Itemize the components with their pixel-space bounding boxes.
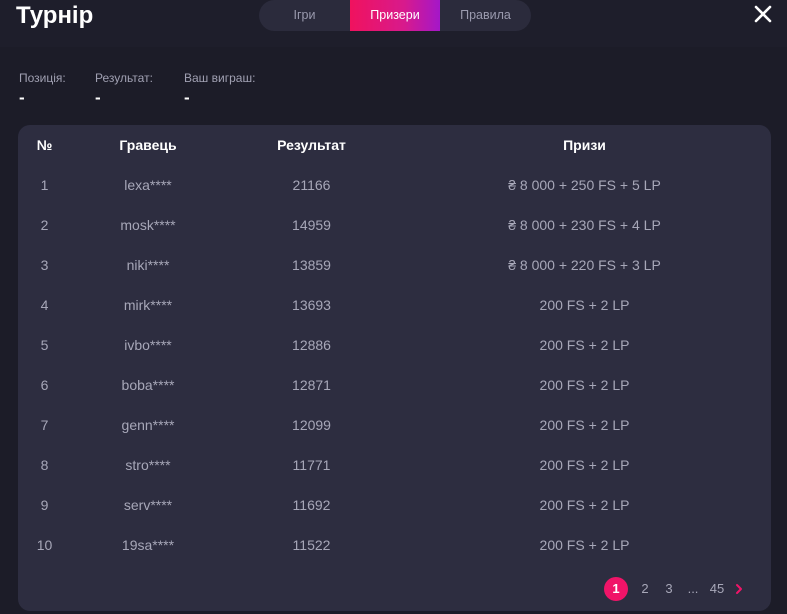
- close-button[interactable]: [753, 4, 773, 24]
- row-result: 13693: [292, 297, 331, 313]
- table-row: 6 boba**** 12871 200 FS + 2 LP: [18, 375, 771, 395]
- page-3-button[interactable]: 3: [657, 577, 681, 601]
- row-player: niki****: [126, 257, 170, 273]
- row-player: lexa****: [124, 177, 172, 193]
- row-player: mirk****: [123, 297, 173, 313]
- stat-position-label: Позиція:: [19, 71, 66, 85]
- table-row: 2 mosk**** 14959 ₴ 8 000 + 230 FS + 4 LP: [18, 215, 771, 235]
- tab-winners[interactable]: Призери: [350, 0, 440, 31]
- row-number: 6: [40, 377, 49, 393]
- row-number: 2: [40, 217, 49, 233]
- row-number: 10: [36, 537, 53, 553]
- row-number: 8: [40, 457, 49, 473]
- page-title: Турнір: [16, 2, 94, 29]
- column-header-number: №: [36, 137, 53, 153]
- table-header: № Гравець Результат Призи: [18, 137, 771, 155]
- table-row: 9 serv**** 11692 200 FS + 2 LP: [18, 495, 771, 515]
- row-number: 4: [40, 297, 49, 313]
- row-result: 13859: [292, 257, 331, 273]
- tab-bar: Ігри Призери Правила: [259, 0, 531, 31]
- row-result: 12871: [292, 377, 331, 393]
- row-result: 21166: [292, 177, 331, 193]
- table-row: 3 niki**** 13859 ₴ 8 000 + 220 FS + 3 LP: [18, 255, 771, 275]
- stat-position-value: -: [19, 88, 25, 107]
- row-number: 9: [40, 497, 49, 513]
- column-header-prize: Призи: [563, 137, 606, 153]
- row-result: 11522: [292, 537, 331, 553]
- stat-winnings-value: -: [184, 88, 190, 107]
- row-player: serv****: [123, 497, 173, 513]
- table-row: 4 mirk**** 13693 200 FS + 2 LP: [18, 295, 771, 315]
- row-result: 12886: [292, 337, 331, 353]
- close-icon: [754, 5, 772, 23]
- table-row: 10 19sa**** 11522 200 FS + 2 LP: [18, 535, 771, 555]
- row-player: genn****: [121, 417, 175, 433]
- row-player: 19sa****: [121, 537, 175, 553]
- row-prize: 200 FS + 2 LP: [539, 337, 630, 353]
- row-prize: 200 FS + 2 LP: [539, 537, 630, 553]
- user-stats: Позиція: - Результат: - Ваш виграш: -: [0, 71, 787, 111]
- table-row: 5 ivbo**** 12886 200 FS + 2 LP: [18, 335, 771, 355]
- tab-rules[interactable]: Правила: [440, 0, 531, 31]
- row-result: 14959: [292, 217, 331, 233]
- row-number: 5: [40, 337, 49, 353]
- stat-winnings: Ваш виграш: -: [184, 71, 255, 108]
- page-1-button[interactable]: 1: [604, 577, 628, 601]
- row-player: boba****: [121, 377, 175, 393]
- row-result: 12099: [292, 417, 331, 433]
- stat-result-label: Результат:: [95, 71, 153, 85]
- row-prize: 200 FS + 2 LP: [539, 377, 630, 393]
- next-page-button[interactable]: [731, 577, 747, 601]
- row-number: 1: [40, 177, 49, 193]
- page-45-button[interactable]: 45: [705, 577, 729, 601]
- stat-position: Позиція: -: [19, 71, 66, 108]
- row-prize: 200 FS + 2 LP: [539, 457, 630, 473]
- row-result: 11771: [292, 457, 331, 473]
- pagination: 1 2 3 ... 45: [604, 577, 747, 601]
- header-bar: Турнір Ігри Призери Правила: [0, 0, 787, 47]
- row-prize: 200 FS + 2 LP: [539, 297, 630, 313]
- row-prize: ₴ 8 000 + 220 FS + 3 LP: [508, 257, 661, 273]
- page-ellipsis: ...: [687, 581, 699, 596]
- row-player: mosk****: [120, 217, 176, 233]
- stat-result: Результат: -: [95, 71, 153, 108]
- column-header-player: Гравець: [119, 137, 177, 153]
- column-header-result: Результат: [277, 137, 346, 153]
- row-number: 7: [40, 417, 49, 433]
- table-row: 8 stro**** 11771 200 FS + 2 LP: [18, 455, 771, 475]
- stat-winnings-label: Ваш виграш:: [184, 71, 256, 85]
- stat-result-value: -: [95, 88, 101, 107]
- table-row: 7 genn**** 12099 200 FS + 2 LP: [18, 415, 771, 435]
- row-player: stro****: [125, 457, 171, 473]
- row-prize: 200 FS + 2 LP: [539, 417, 630, 433]
- row-prize: ₴ 8 000 + 250 FS + 5 LP: [508, 177, 661, 193]
- row-result: 11692: [292, 497, 331, 513]
- row-number: 3: [40, 257, 49, 273]
- leaderboard-panel: № Гравець Результат Призи 1 lexa**** 211…: [18, 125, 771, 611]
- tab-games[interactable]: Ігри: [259, 0, 350, 31]
- table-row: 1 lexa**** 21166 ₴ 8 000 + 250 FS + 5 LP: [18, 175, 771, 195]
- page-2-button[interactable]: 2: [633, 577, 657, 601]
- row-player: ivbo****: [124, 337, 172, 353]
- row-prize: 200 FS + 2 LP: [539, 497, 630, 513]
- chevron-right-icon: [736, 584, 742, 594]
- row-prize: ₴ 8 000 + 230 FS + 4 LP: [508, 217, 661, 233]
